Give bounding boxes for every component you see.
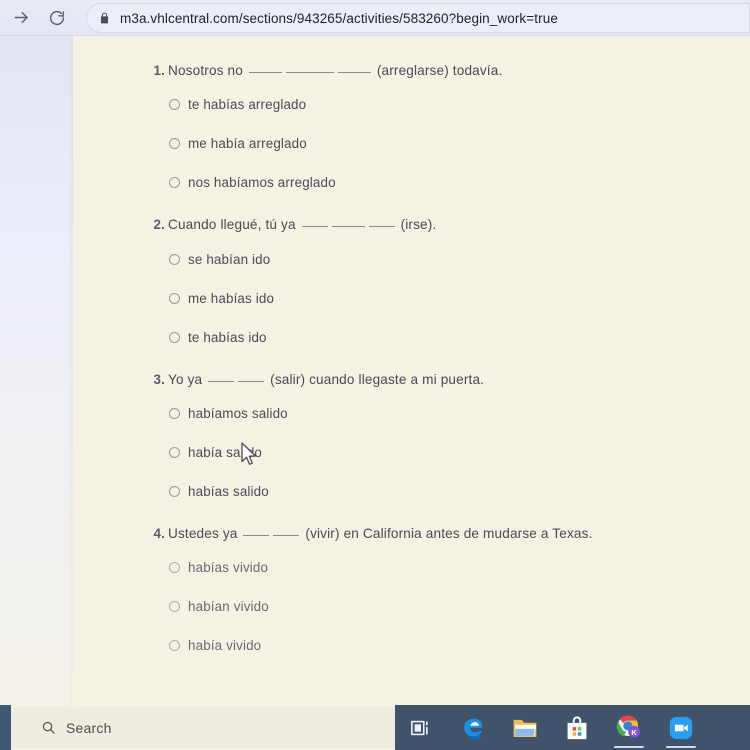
radio-option[interactable]: habías salido (73, 477, 750, 506)
answer-blank (301, 226, 328, 228)
question-prompt: 4. Ustedes ya (vivir) en California antes… (73, 525, 750, 543)
radio-button[interactable] (169, 331, 180, 343)
radio-option-label: nos habíamos arreglado (188, 175, 336, 191)
question-block: 1. Nosotros no (arreglarse) todavía. te ha… (73, 62, 750, 197)
answer-blank (331, 226, 365, 228)
prompt-before-blanks: Cuando llegué, tú ya (168, 217, 296, 233)
question-sentence: Ustedes ya (vivir) en California antes d… (168, 525, 593, 543)
radio-button[interactable] (169, 562, 180, 574)
radio-option[interactable]: habías vivido (73, 553, 750, 582)
radio-option-label: había salido (188, 445, 263, 461)
microsoft-edge-icon[interactable] (447, 705, 499, 750)
active-app-underline (666, 745, 696, 748)
radio-option[interactable]: habíamos salido (73, 399, 750, 428)
taskbar-search-box[interactable]: Search (11, 707, 395, 748)
radio-option[interactable]: habían vivido (73, 592, 750, 621)
radio-option-label: habíamos salido (188, 406, 288, 422)
taskbar-icon-tray: K (395, 705, 750, 750)
prompt-after-blanks: (salir) cuando llegaste a mi puerta. (270, 371, 485, 387)
prompt-after-blanks: (irse). (400, 217, 437, 233)
question-block: 3. Yo ya (salir) cuando llegaste a mi pue… (73, 371, 750, 506)
radio-option-label: se habían ido (188, 251, 271, 267)
radio-button[interactable] (169, 640, 180, 652)
prompt-before-blanks: Ustedes ya (168, 526, 238, 542)
answer-blank (368, 226, 395, 228)
question-number: 2. (153, 217, 165, 233)
google-chrome-icon[interactable]: K (603, 705, 655, 750)
radio-button[interactable] (169, 292, 180, 304)
radio-option-label: habías vivido (188, 560, 269, 576)
address-bar[interactable]: m3a.vhlcentral.com/sections/943265/activ… (86, 3, 750, 33)
activity-content: 1. Nosotros no (arreglarse) todavía. te ha… (73, 36, 750, 705)
left-gutter (0, 36, 73, 705)
option-group: habíamos salido había salido habías salido (73, 399, 750, 506)
windows-taskbar: Search K (0, 705, 750, 750)
prompt-after-blanks: (arreglarse) todavía. (376, 63, 503, 78)
answer-blank (273, 535, 300, 537)
answer-blank (248, 72, 282, 73)
zoom-video-icon[interactable] (655, 705, 707, 750)
file-explorer-icon[interactable] (499, 705, 551, 750)
question-prompt: 3. Yo ya (salir) cuando llegaste a mi pue… (73, 371, 750, 389)
answer-blank (208, 380, 235, 382)
forward-arrow-icon[interactable] (6, 3, 36, 33)
taskbar-search-label: Search (66, 719, 112, 736)
radio-button[interactable] (169, 99, 180, 111)
radio-option[interactable]: me habías ido (73, 284, 750, 313)
option-group: te habías arreglado me había arreglado nos… (73, 90, 750, 197)
prompt-before-blanks: Nosotros no (168, 63, 243, 78)
radio-button[interactable] (169, 447, 180, 459)
radio-button[interactable] (169, 177, 180, 189)
url-text: m3a.vhlcentral.com/sections/943265/activ… (120, 10, 558, 26)
answer-blank (337, 72, 371, 73)
radio-option-label: te habías arreglado (188, 97, 307, 113)
question-prompt: 1. Nosotros no (arreglarse) todavía. (73, 62, 750, 80)
question-sentence: Cuando llegué, tú ya (irse). (168, 216, 436, 234)
option-group: se habían ido me habías ido te habías ido (73, 245, 750, 352)
radio-option[interactable]: te habías arreglado (73, 90, 750, 119)
question-number: 3. (153, 371, 165, 387)
radio-option-label: me habías ido (188, 290, 275, 306)
radio-option[interactable]: nos habíamos arreglado (73, 168, 750, 197)
answer-blank (238, 380, 265, 382)
radio-option[interactable]: había salido (73, 438, 750, 467)
browser-toolbar: m3a.vhlcentral.com/sections/943265/activ… (0, 0, 750, 36)
question-prompt: 2. Cuando llegué, tú ya (irse). (73, 216, 750, 234)
lock-icon (98, 11, 111, 25)
answer-blank (285, 72, 334, 73)
question-block: 2. Cuando llegué, tú ya (irse). se habían … (73, 216, 750, 351)
radio-option[interactable]: me había arreglado (73, 129, 750, 158)
question-number: 4. (153, 526, 165, 542)
radio-button[interactable] (169, 408, 180, 420)
radio-option[interactable]: te habías ido (73, 323, 750, 352)
question-sentence: Yo ya (salir) cuando llegaste a mi puert… (168, 371, 484, 389)
prompt-before-blanks: Yo ya (168, 371, 203, 387)
prompt-after-blanks: (vivir) en California antes de mudarse a… (305, 526, 593, 542)
radio-option[interactable]: se habían ido (73, 245, 750, 274)
radio-option[interactable]: había vivido (73, 631, 750, 660)
question-list: 1. Nosotros no (arreglarse) todavía. te ha… (73, 62, 750, 660)
microsoft-store-icon[interactable] (551, 705, 603, 750)
question-sentence: Nosotros no (arreglarse) todavía. (168, 62, 502, 80)
radio-button[interactable] (169, 486, 180, 498)
taskbar-left-edge (0, 705, 11, 750)
search-magnifier-icon (41, 720, 56, 735)
svg-text:K: K (631, 728, 637, 737)
reload-icon[interactable] (42, 3, 72, 33)
radio-option-label: habías salido (188, 484, 269, 500)
browser-viewport: 1. Nosotros no (arreglarse) todavía. te ha… (0, 36, 750, 705)
radio-button[interactable] (169, 601, 180, 613)
radio-option-label: habían vivido (188, 599, 269, 615)
active-app-underline (614, 745, 644, 748)
radio-option-label: te habías ido (188, 329, 267, 345)
option-group: habías vivido habían vivido había vivido (73, 553, 750, 660)
radio-button[interactable] (169, 253, 180, 265)
radio-button[interactable] (169, 138, 180, 150)
question-block: 4. Ustedes ya (vivir) en California antes… (73, 525, 750, 660)
question-number: 1. (153, 63, 165, 78)
task-view-icon[interactable] (395, 705, 447, 750)
answer-blank (243, 535, 270, 537)
radio-option-label: me había arreglado (188, 136, 307, 152)
radio-option-label: había vivido (188, 638, 262, 654)
